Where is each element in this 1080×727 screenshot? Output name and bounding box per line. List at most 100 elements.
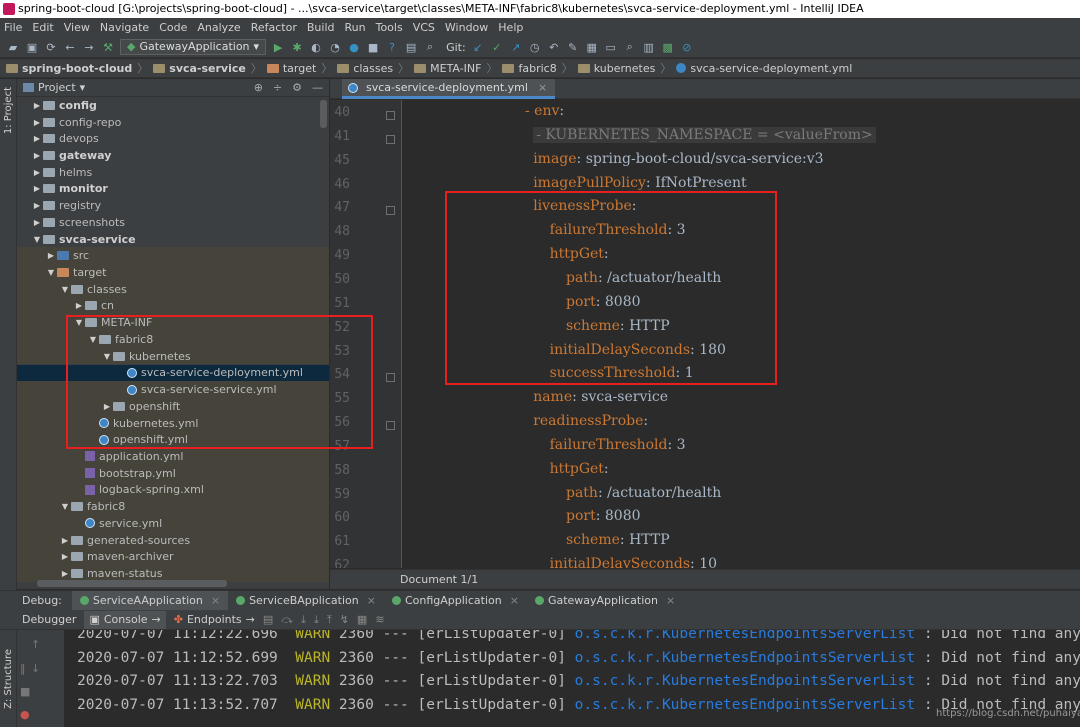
project-structure-icon[interactable]: ▦ xyxy=(585,40,599,54)
tree-item[interactable]: ▶ cn xyxy=(17,297,329,315)
coverage-icon[interactable]: ◐ xyxy=(309,40,323,54)
menu-edit[interactable]: Edit xyxy=(32,21,53,34)
tree-item[interactable]: ▼ target xyxy=(17,264,329,281)
project-view-title[interactable]: Project xyxy=(38,81,76,94)
run-configuration-select[interactable]: ◆ GatewayApplication ▾ xyxy=(120,39,267,55)
tree-item[interactable]: service.yml xyxy=(17,515,329,532)
chevron-down-icon[interactable]: ▼ xyxy=(59,502,71,511)
help-icon[interactable]: ? xyxy=(385,40,399,54)
debug-icon[interactable]: ✱ xyxy=(290,40,304,54)
tasks-icon[interactable]: ▥ xyxy=(642,40,656,54)
chevron-down-icon[interactable]: ▼ xyxy=(45,268,57,277)
collapse-all-icon[interactable]: ÷ xyxy=(273,81,282,94)
terminal-icon[interactable]: ▭ xyxy=(604,40,618,54)
debug-tab-servicebapplication[interactable]: ServiceBApplication × xyxy=(228,591,384,611)
git-history-icon[interactable]: ◷ xyxy=(528,40,542,54)
close-icon[interactable]: × xyxy=(666,594,675,607)
git-commit-icon[interactable]: ✓ xyxy=(490,40,504,54)
chevron-right-icon[interactable]: ▶ xyxy=(59,536,71,545)
trace-icon[interactable]: ≋ xyxy=(375,613,384,626)
git-push-icon[interactable]: ↗ xyxy=(509,40,523,54)
breadcrumb-item[interactable]: svca-service-deployment.yml xyxy=(676,62,852,75)
tree-item[interactable]: svca-service-deployment.yml xyxy=(17,364,329,382)
tree-item[interactable]: ▼ fabric8 xyxy=(17,498,329,515)
menu-navigate[interactable]: Navigate xyxy=(100,21,149,34)
chevron-down-icon[interactable]: ▼ xyxy=(59,285,71,294)
fold-marker-icon[interactable] xyxy=(386,134,395,144)
breakpoint-icon[interactable]: ● xyxy=(20,708,30,721)
search-everywhere-icon[interactable]: ⌕ xyxy=(423,40,437,54)
tree-item[interactable]: ▶ openshift xyxy=(17,397,329,415)
step-over-icon[interactable]: ⤼ xyxy=(281,613,293,627)
chevron-down-icon[interactable]: ▼ xyxy=(87,335,99,344)
tree-item[interactable]: ▶ gateway xyxy=(17,147,329,164)
menu-build[interactable]: Build xyxy=(307,21,335,34)
menu-vcs[interactable]: VCS xyxy=(413,21,435,34)
tree-item[interactable]: ▶ registry xyxy=(17,197,329,214)
step-layout-icon[interactable]: ▤ xyxy=(263,613,273,626)
debug-tab-configapplication[interactable]: ConfigApplication × xyxy=(384,591,527,611)
menu-file[interactable]: File xyxy=(4,21,22,34)
build-hammer-icon[interactable]: ⚒ xyxy=(101,40,115,54)
menu-run[interactable]: Run xyxy=(345,21,366,34)
minimize-icon[interactable]: — xyxy=(312,81,323,94)
debug-tab-serviceaapplication[interactable]: ServiceAApplication × xyxy=(71,590,229,611)
tree-item[interactable]: ▼ classes xyxy=(17,280,329,298)
menu-window[interactable]: Window xyxy=(445,21,488,34)
chevron-down-icon[interactable]: ▼ xyxy=(31,235,43,244)
breadcrumb-item[interactable]: target xyxy=(266,62,316,75)
plugin-icon[interactable]: ▩ xyxy=(661,40,675,54)
menu-view[interactable]: View xyxy=(64,21,90,34)
stop-icon[interactable]: ■ xyxy=(20,685,30,698)
breadcrumb-item[interactable]: spring-boot-cloud xyxy=(6,62,132,75)
project-scrollbar-horizontal[interactable] xyxy=(37,580,227,587)
chevron-down-icon[interactable]: ▾ xyxy=(80,81,86,94)
update-running-icon[interactable]: ● xyxy=(347,40,361,54)
stop-icon[interactable]: ■ xyxy=(366,40,380,54)
find-icon[interactable]: ⌕ xyxy=(623,40,637,54)
evaluate-icon[interactable]: ▦ xyxy=(357,613,367,626)
power-save-icon[interactable]: ⊘ xyxy=(680,40,694,54)
folded-region[interactable]: - KUBERNETES_NAMESPACE = <valueFrom> xyxy=(533,126,876,143)
menu-analyze[interactable]: Analyze xyxy=(197,21,240,34)
tree-item[interactable]: openshift.yml xyxy=(17,431,329,449)
rerun-icon[interactable]: ↑ xyxy=(31,638,40,651)
chevron-right-icon[interactable]: ▶ xyxy=(31,184,43,193)
open-folder-icon[interactable]: ▰ xyxy=(6,40,20,54)
menu-help[interactable]: Help xyxy=(498,21,523,34)
tab-debugger[interactable]: Debugger xyxy=(22,613,76,626)
sync-icon[interactable]: ⟳ xyxy=(44,40,58,54)
drop-frame-icon[interactable]: ↯ xyxy=(340,613,349,626)
tab-endpoints[interactable]: ✤ Endpoints → xyxy=(174,613,255,626)
pause-icon[interactable]: ‖ xyxy=(20,662,26,675)
close-icon[interactable]: × xyxy=(211,594,220,607)
tab-console[interactable]: ▣ Console → xyxy=(84,610,166,629)
chevron-down-icon[interactable]: ▼ xyxy=(101,352,113,361)
back-arrow-icon[interactable]: ← xyxy=(63,40,77,54)
chevron-right-icon[interactable]: ▶ xyxy=(59,552,71,561)
forward-arrow-icon[interactable]: → xyxy=(82,40,96,54)
tree-item[interactable]: application.yml xyxy=(17,448,329,465)
tree-item[interactable]: ▼ svca-service xyxy=(17,231,329,248)
tree-item[interactable]: ▶ maven-archiver xyxy=(17,548,329,566)
chevron-right-icon[interactable]: ▶ xyxy=(101,402,113,411)
tree-item[interactable]: logback-spring.xml xyxy=(17,481,329,499)
profile-icon[interactable]: ◔ xyxy=(328,40,342,54)
tree-item[interactable]: ▶ helms xyxy=(17,164,329,181)
run-icon[interactable]: ▶ xyxy=(271,40,285,54)
chevron-right-icon[interactable]: ▶ xyxy=(31,201,43,210)
breadcrumb-item[interactable]: fabric8 xyxy=(502,62,557,75)
force-step-into-icon[interactable]: ⤓ xyxy=(314,613,319,627)
fold-marker-icon[interactable] xyxy=(386,111,395,120)
fold-marker-icon[interactable] xyxy=(386,421,395,431)
breadcrumb-item[interactable]: kubernetes xyxy=(577,62,655,75)
tree-item[interactable]: ▼ META-INF xyxy=(17,314,329,332)
menu-refactor[interactable]: Refactor xyxy=(251,21,297,34)
chevron-right-icon[interactable]: ▶ xyxy=(31,134,43,143)
fold-marker-icon[interactable] xyxy=(386,373,395,383)
tree-item[interactable]: ▶ config-repo xyxy=(17,114,329,131)
menu-tools[interactable]: Tools xyxy=(376,21,403,34)
gear-icon[interactable]: ⚙ xyxy=(292,81,302,94)
tree-item[interactable]: bootstrap.yml xyxy=(17,464,329,482)
layout-icon[interactable]: ▤ xyxy=(404,40,418,54)
